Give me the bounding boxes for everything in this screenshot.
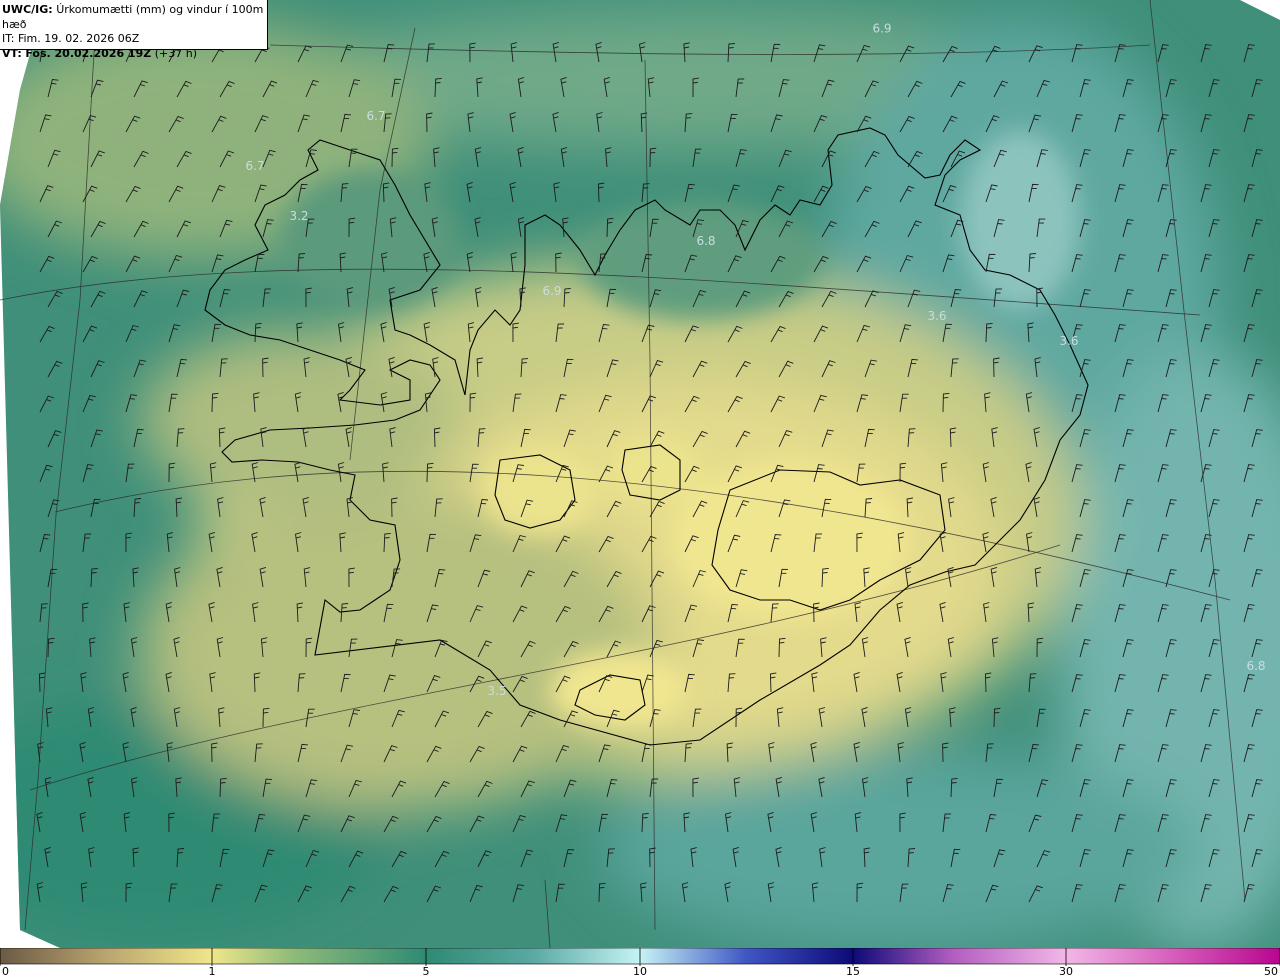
precip-value-label: 6.8 (1246, 659, 1265, 673)
precip-field (0, 0, 1280, 948)
colorbar-tick-label: 30 (1059, 965, 1073, 978)
model-label: UWC/IG: (2, 3, 53, 16)
valid-prefix: VT: (2, 46, 22, 60)
colorbar-tick-label: 50 (1264, 965, 1278, 978)
colorbar-tick-label: 15 (846, 965, 860, 978)
precip-value-label: 6.8 (696, 234, 715, 248)
map-info-box: UWC/IG: Úrkomumætti (mm) og vindur í 100… (0, 0, 268, 60)
valid-time: Fös. 20.02.2026 19Z (25, 46, 152, 60)
precip-value-label: 3.6 (927, 309, 946, 323)
colorbar-tick-label: 0 (2, 965, 9, 978)
precip-value-label: 6.7 (366, 109, 385, 123)
lead-time: (+37 h) (154, 46, 197, 60)
init-time: IT: Fim. 19. 02. 2026 06Z (2, 32, 140, 45)
precip-value-label: 3.6 (1059, 334, 1078, 348)
precip-value-label: 6.9 (542, 284, 561, 298)
precip-value-label: 6.9 (872, 22, 891, 36)
colorbar-tick-label: 1 (209, 965, 216, 978)
precip-value-label: 6.7 (245, 159, 264, 173)
colorbar: 0 1 5 10 15 30 50 (0, 948, 1280, 978)
precipitation-map: 4.06.96.76.73.26.86.93.63.67.96.86.03.57… (0, 0, 1280, 948)
colorbar-tick-label: 5 (423, 965, 430, 978)
precip-value-label: 3.5 (487, 684, 506, 698)
colorbar-tick-label: 10 (633, 965, 647, 978)
precip-value-label: 3.2 (289, 209, 308, 223)
